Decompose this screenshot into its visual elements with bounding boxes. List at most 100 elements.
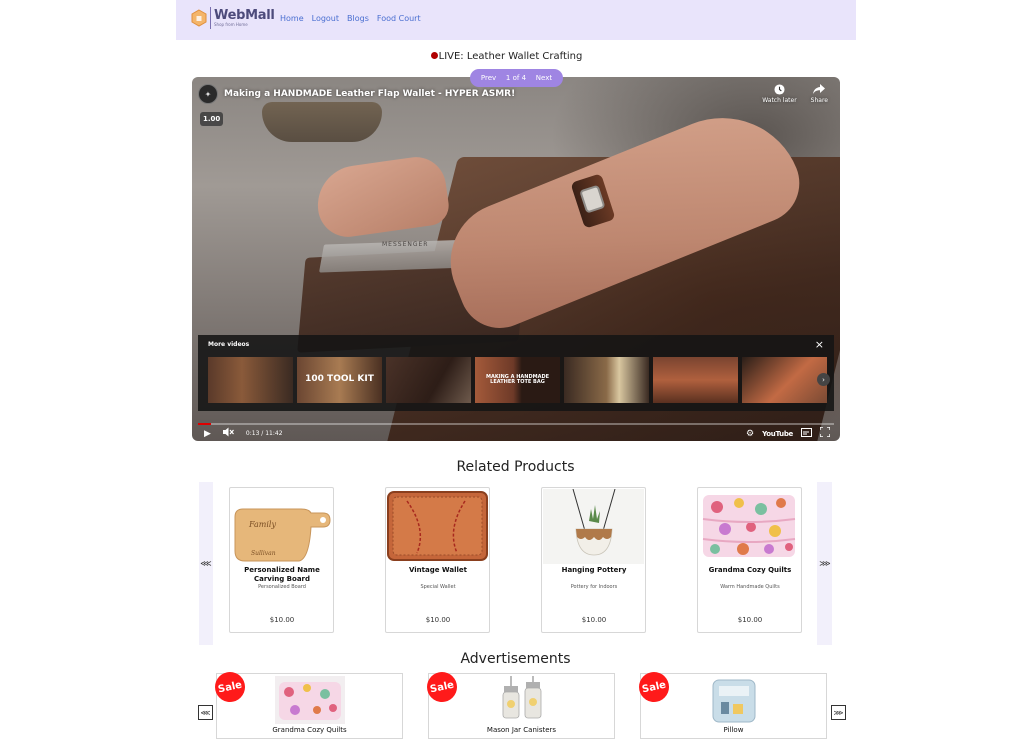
ad-name: Mason Jar Canisters <box>486 726 557 734</box>
video-controls-right: ⚙ YouTube <box>746 426 831 440</box>
video-thumbnail[interactable]: MAKING A HANDMADE LEATHER TOTE BAG <box>475 357 560 403</box>
sale-badge: Sale <box>424 669 460 705</box>
carousel-next-icon[interactable]: ⋙ <box>818 482 832 645</box>
product-description: Special Wallet <box>420 584 456 590</box>
carousel-prev-icon[interactable]: ⋘ <box>199 482 213 645</box>
video-scene-left-hand <box>312 153 452 241</box>
nav-link-food-court[interactable]: Food Court <box>377 14 421 23</box>
more-videos-next-icon[interactable]: › <box>817 373 830 386</box>
ad-card-pillow[interactable]: Sale Pillow <box>636 669 827 739</box>
product-price: $10.00 <box>737 616 763 624</box>
clock-icon <box>772 82 786 96</box>
mute-icon[interactable] <box>222 427 234 440</box>
product-image <box>387 489 488 564</box>
video-scene-watch-face <box>579 184 606 214</box>
advertisements-title: Advertisements <box>460 651 571 667</box>
share-arrow-icon <box>812 82 826 96</box>
product-name: Vintage Wallet <box>408 566 468 574</box>
ad-image <box>698 676 769 724</box>
product-description: Warm Handmade Quilts <box>720 584 780 590</box>
more-videos-thumbnails: 100 TOOL KIT MAKING A HANDMADE LEATHER T… <box>208 357 827 403</box>
related-products-title: Related Products <box>456 459 575 475</box>
video-thumbnail[interactable]: 100 TOOL KIT <box>297 357 382 403</box>
video-top-actions: Watch later Share <box>762 82 828 104</box>
video-title-row: ✦ Making a HANDMADE Leather Flap Wallet … <box>198 84 515 104</box>
cast-icon[interactable] <box>801 427 812 440</box>
product-card-vintage-wallet[interactable]: Vintage Wallet Special Wallet $10.00 <box>385 487 490 633</box>
svg-text:Sullivan: Sullivan <box>251 550 276 557</box>
product-price: $10.00 <box>581 616 607 624</box>
play-icon[interactable]: ▶ <box>204 429 211 439</box>
video-thumbnail[interactable] <box>386 357 471 403</box>
ad-image <box>486 676 557 724</box>
product-name: Hanging Pottery <box>561 566 627 574</box>
more-videos-panel: More videos × 100 TOOL KIT MAKING A HAND… <box>198 335 834 411</box>
nav-link-home[interactable]: Home <box>280 14 304 23</box>
pager-next-button[interactable]: Next <box>536 74 552 82</box>
product-description: Pottery for Indoors <box>570 584 618 590</box>
pager-prev-button[interactable]: Prev <box>481 74 496 82</box>
related-products-track: Family Sullivan Personalized Name Carvin… <box>213 482 817 645</box>
ad-card-cozy-quilts[interactable]: Sale Grandma Cozy Quilts <box>212 669 403 739</box>
sale-badge: Sale <box>636 669 672 705</box>
product-name: Personalized Name Carving Board <box>244 566 320 584</box>
watch-later-button[interactable]: Watch later <box>762 82 797 104</box>
live-title: LIVE: Leather Wallet Crafting <box>0 51 1013 62</box>
logo-hexagon-icon <box>191 9 207 27</box>
product-image <box>543 489 644 564</box>
video-time: 0:13 / 11:42 <box>245 430 283 437</box>
pager-page-indicator: 1 of 4 <box>505 74 527 82</box>
ad-image <box>274 676 345 724</box>
navbar: WebMall Shop from Home Home Logout Blogs… <box>176 0 856 40</box>
settings-gear-icon[interactable]: ⚙ <box>746 429 754 439</box>
nav-links: Home Logout Blogs Food Court <box>280 14 421 23</box>
video-pager: Prev 1 of 4 Next <box>470 69 563 87</box>
nav-link-logout[interactable]: Logout <box>312 14 339 23</box>
product-card-hanging-pottery[interactable]: Hanging Pottery Pottery for Indoors $10.… <box>541 487 646 633</box>
ads-next-icon[interactable]: ⋙ <box>831 705 846 720</box>
share-button[interactable]: Share <box>811 82 828 104</box>
video-progress-fill <box>198 423 211 425</box>
product-card-cozy-quilts[interactable]: Grandma Cozy Quilts Warm Handmade Quilts… <box>697 487 802 633</box>
video-scene-template-text: MESSENGER <box>382 241 429 248</box>
product-card-carving-board[interactable]: Family Sullivan Personalized Name Carvin… <box>229 487 334 633</box>
logo-title: WebMall <box>214 8 275 23</box>
share-label: Share <box>810 97 828 104</box>
watch-later-label: Watch later <box>762 97 797 104</box>
ad-name: Pillow <box>723 726 744 734</box>
playback-speed-badge: 1.00 <box>200 112 224 126</box>
video-thumbnail[interactable] <box>742 357 827 403</box>
product-price: $10.00 <box>269 616 295 624</box>
logo-divider <box>210 7 211 29</box>
video-scene-brush <box>262 102 382 142</box>
ads-prev-icon[interactable]: ⋘ <box>198 705 213 720</box>
video-player[interactable]: MESSENGER ✦ Making a HANDMADE Leather Fl… <box>192 77 840 441</box>
video-thumbnail[interactable] <box>653 357 738 403</box>
product-name: Grandma Cozy Quilts <box>708 566 792 574</box>
video-thumbnail[interactable] <box>564 357 649 403</box>
ad-name: Grandma Cozy Quilts <box>272 726 347 734</box>
video-thumbnail[interactable] <box>208 357 293 403</box>
live-title-text: LIVE: Leather Wallet Crafting <box>438 51 583 62</box>
related-products-carousel: ⋘ ⋙ Family Sullivan Personalized Name Ca… <box>199 482 832 645</box>
channel-avatar-icon[interactable]: ✦ <box>198 84 218 104</box>
logo-subtitle: Shop from Home <box>214 22 248 27</box>
ad-card-mason-jar-canisters[interactable]: Sale Mason Jar Canisters <box>424 669 615 739</box>
nav-link-blogs[interactable]: Blogs <box>347 14 369 23</box>
logo-text: WebMall Shop from Home <box>214 9 275 27</box>
live-dot-icon <box>430 52 438 59</box>
product-image <box>699 489 800 564</box>
product-description: Personalized Board <box>258 584 306 590</box>
close-icon[interactable]: × <box>815 338 824 351</box>
fullscreen-icon[interactable] <box>819 426 831 440</box>
youtube-logo[interactable]: YouTube <box>762 430 793 438</box>
product-image: Family Sullivan <box>231 489 332 564</box>
video-title[interactable]: Making a HANDMADE Leather Flap Wallet - … <box>224 89 515 99</box>
svg-text:Family: Family <box>248 520 276 529</box>
product-price: $10.00 <box>425 616 451 624</box>
sale-badge: Sale <box>212 669 248 705</box>
video-progress-bar[interactable] <box>198 423 834 425</box>
more-videos-label: More videos <box>208 341 250 348</box>
video-controls-left: ▶ 0:13 / 11:42 <box>204 427 283 440</box>
logo[interactable]: WebMall Shop from Home <box>191 7 275 29</box>
